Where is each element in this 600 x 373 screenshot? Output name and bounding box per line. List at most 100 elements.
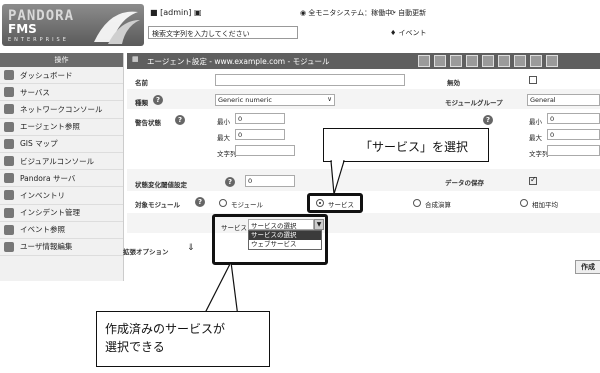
agent-icon: ▦ [132,55,139,63]
check-icon: ✓ [530,175,537,184]
arrow-down-icon[interactable]: ⇓ [187,243,195,253]
sidebar-item-label: ユーザ情報編集 [20,242,73,252]
chevron-down-icon: ∨ [327,95,332,103]
server-icon [4,173,14,184]
critical-max-input[interactable]: 0 [547,129,600,140]
pandora-logo[interactable]: PANDORA FMS ENTERPRISE [2,4,144,46]
radio-average[interactable] [520,199,528,207]
type-help-icon[interactable]: ? [153,95,163,105]
flip-threshold-label: 状態変化閾値設定 [135,181,187,189]
critical-string-label: 文字列 [529,150,549,158]
disabled-checkbox[interactable] [529,76,537,84]
target-module-label: 対象モジュール [135,201,181,209]
radio-synthetic-label: 合成演算 [425,201,451,209]
sidebar-item[interactable]: インシデント管理 [0,205,123,222]
callout-pointer-top [330,160,345,195]
toolbar-manage-icon[interactable] [418,55,430,67]
module-form: 名前 無効 種類 ? Generic numeric ∨ モジュールグループ G… [123,69,600,281]
warning-max-input[interactable]: 0 [235,129,285,140]
toolbar-view-icon[interactable] [434,55,446,67]
toolbar-edit-icon[interactable] [514,55,526,67]
page-title: エージェント設定 - www.example.com - モジュール [147,57,330,66]
auto-refresh[interactable]: ⟳ 自動更新 [390,8,426,18]
name-label: 名前 [135,79,148,87]
toolbar-plugins-icon[interactable] [530,55,542,67]
sidebar-item[interactable]: イベント参照 [0,222,123,239]
agent-icon [4,121,14,132]
sidebar-item[interactable]: エージェント参照 [0,119,123,136]
sidebar-header: 操作 [0,53,123,67]
search-input[interactable]: 検索文字列を入力してください [148,26,298,39]
logo-text-enterprise: ENTERPRISE [8,37,69,43]
sidebar-item[interactable]: サーバス [0,84,123,102]
sidebar-item-label: Pandora サーバ [20,173,76,183]
user-edit-icon [4,241,14,252]
sidebar-item-label: エージェント参照 [20,122,80,132]
toolbar-modules-icon[interactable] [450,55,462,67]
sidebar-item[interactable]: ネットワークコンソール [0,101,123,119]
visual-console-icon [4,156,14,167]
refresh-icon: ⟳ [390,9,396,17]
user-indicator[interactable]: ■ [admin] ▣ [150,8,202,17]
warning-string-input[interactable] [235,145,295,156]
sidebar: 操作 ダッシュボード サーバスネットワークコンソール エージェント参照 GIS マップ… [0,53,124,281]
events-link[interactable]: ♦ イベント [390,28,427,38]
warning-help-icon[interactable]: ? [175,115,185,125]
history-checkbox[interactable]: ✓ [529,175,537,185]
radio-average-label: 相加平均 [532,201,558,209]
toolbar-inventory-icon[interactable] [498,55,510,67]
header: PANDORA FMS ENTERPRISE ■ [admin] ▣ 検索文字列… [0,0,600,50]
create-button[interactable]: 作成 [575,260,600,274]
critical-string-input[interactable] [547,145,600,156]
status-icon: ◉ [300,9,307,17]
sidebar-item-label: ネットワークコンソール [20,104,103,114]
system-status-label: 全モニタシステム：稼働中 [308,9,393,17]
target-help-icon[interactable]: ? [195,197,205,207]
sidebar-item[interactable]: Pandora サーバ [0,170,123,188]
critical-max-label: 最大 [529,134,542,142]
warning-max-label: 最大 [217,134,230,142]
critical-min-input[interactable]: 0 [547,113,600,124]
system-status[interactable]: ◉ 全モニタシステム：稼働中 [300,8,392,18]
bell-icon: ♦ [390,29,397,37]
toolbar-alerts-icon[interactable] [466,55,478,67]
module-group-label: モジュールグループ [445,99,503,107]
sidebar-item[interactable]: GIS マップ [0,136,123,153]
sidebar-item-label: サーバス [20,87,50,97]
toolbar-templates-icon[interactable] [482,55,494,67]
warning-min-label: 最小 [217,118,230,126]
advanced-options-label[interactable]: 拡張オプション [123,246,169,256]
callout-select-service-text: 「サービス」を選択 [360,140,469,154]
sidebar-item-label: ダッシュボード [20,70,73,80]
warning-string-label: 文字列 [217,150,237,158]
inventory-icon [4,190,14,201]
type-select[interactable]: Generic numeric ∨ [215,94,335,106]
sidebar-item[interactable]: ダッシュボード [0,67,123,85]
toolbar-setup-icon[interactable] [546,55,558,67]
name-input[interactable] [215,74,405,86]
events-icon [4,224,14,235]
sidebar-item-label: GIS マップ [20,139,58,149]
radio-synthetic[interactable] [413,199,421,207]
auto-refresh-label: 自動更新 [398,9,427,17]
flip-help-icon[interactable]: ? [225,177,235,187]
user-name: [admin] [160,8,192,17]
highlight-service-dropdown [212,214,328,265]
services-icon [4,87,14,98]
radio-module-label: モジュール [231,201,264,209]
sidebar-item[interactable]: インベントリ [0,187,123,205]
type-label: 種類 [135,99,148,107]
logout-icon[interactable]: ▣ [194,8,202,17]
flip-threshold-input[interactable]: 0 [245,175,295,187]
logo-swoosh-icon [94,11,140,44]
sidebar-item[interactable]: ビジュアルコンソール [0,153,123,171]
warning-min-input[interactable]: 0 [235,113,285,124]
network-icon [4,104,14,115]
module-group-select[interactable]: General [527,94,600,106]
map-icon [4,138,14,149]
critical-help-icon[interactable]: ? [483,115,493,125]
incident-icon [4,207,14,218]
sidebar-item[interactable]: ユーザ情報編集 [0,239,123,257]
sidebar-item-label: インシデント管理 [20,208,80,218]
radio-module[interactable] [219,199,227,207]
